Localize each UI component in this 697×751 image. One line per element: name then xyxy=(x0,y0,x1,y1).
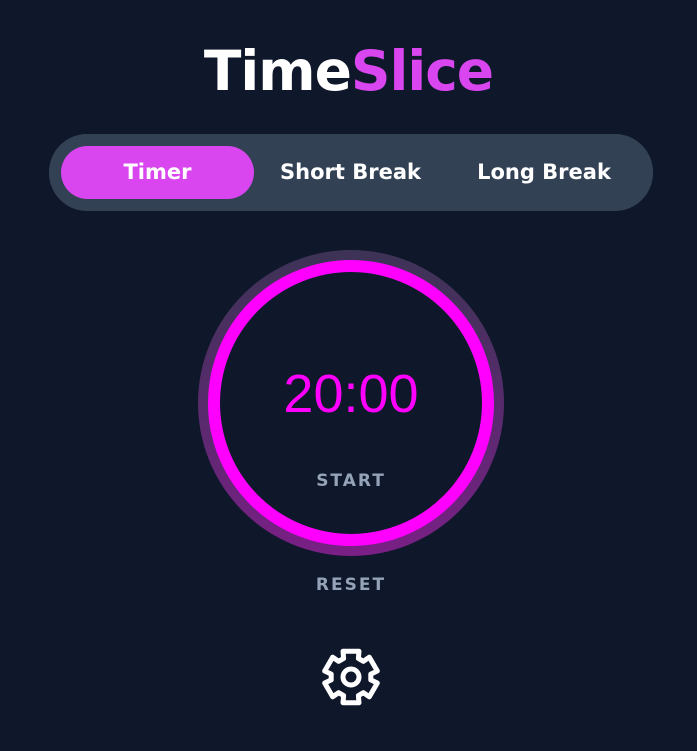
start-button[interactable]: START xyxy=(291,467,411,495)
reset-button[interactable]: RESET xyxy=(291,571,411,599)
tab-timer[interactable]: Timer xyxy=(61,146,254,199)
app-title-time: Time xyxy=(203,39,352,103)
settings-button[interactable] xyxy=(318,644,384,710)
app-title-slice: Slice xyxy=(350,39,494,103)
app-title: TimeSlice xyxy=(0,38,697,104)
timer-dial: 20:00 START xyxy=(197,249,505,557)
gear-icon xyxy=(322,648,380,706)
time-display: 20:00 xyxy=(283,364,419,424)
tab-long-break[interactable]: Long Break xyxy=(447,146,641,199)
tab-short-break[interactable]: Short Break xyxy=(254,146,447,199)
gear-outline xyxy=(322,648,380,706)
mode-switch: Timer Short Break Long Break xyxy=(49,134,653,211)
